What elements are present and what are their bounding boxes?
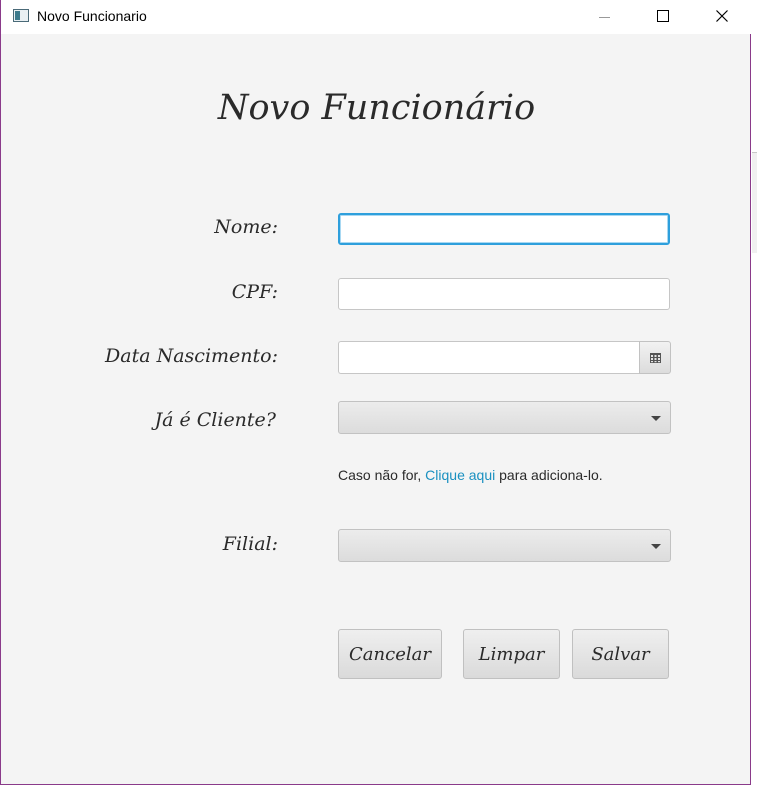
add-client-link[interactable]: Clique aqui [425, 467, 495, 483]
background-window-edge [752, 152, 757, 253]
filial-label: Filial: [222, 533, 278, 555]
calendar-icon [650, 353, 661, 363]
window-title: Novo Funcionario [37, 8, 147, 24]
nome-label: Nome: [214, 216, 278, 238]
cpf-label: CPF: [231, 281, 278, 303]
nome-input[interactable] [338, 213, 670, 245]
data-nascimento-input[interactable] [338, 341, 640, 374]
data-nascimento-label: Data Nascimento: [105, 345, 278, 367]
close-icon[interactable] [693, 0, 751, 34]
maximize-icon[interactable] [634, 0, 692, 34]
save-button[interactable]: Salvar [572, 629, 669, 679]
cancel-button[interactable]: Cancelar [338, 629, 442, 679]
title-bar[interactable]: Novo Funcionario [1, 0, 752, 34]
app-window: Novo Funcionario Novo Funcionário Nome: … [0, 0, 752, 785]
add-client-hint: Caso não for, Clique aqui para adiciona-… [338, 467, 603, 483]
filial-select[interactable] [338, 529, 671, 562]
cpf-input[interactable] [338, 278, 670, 310]
minimize-icon[interactable] [576, 0, 634, 34]
ja-cliente-select[interactable] [338, 401, 671, 434]
chevron-down-icon [651, 544, 661, 549]
page-title: Novo Funcionário [217, 88, 536, 128]
ja-cliente-label: Já é Cliente? [154, 409, 276, 431]
clear-button[interactable]: Limpar [463, 629, 560, 679]
data-nascimento-picker [338, 341, 671, 374]
calendar-button[interactable] [639, 341, 671, 374]
app-icon [13, 9, 29, 22]
chevron-down-icon [651, 416, 661, 421]
